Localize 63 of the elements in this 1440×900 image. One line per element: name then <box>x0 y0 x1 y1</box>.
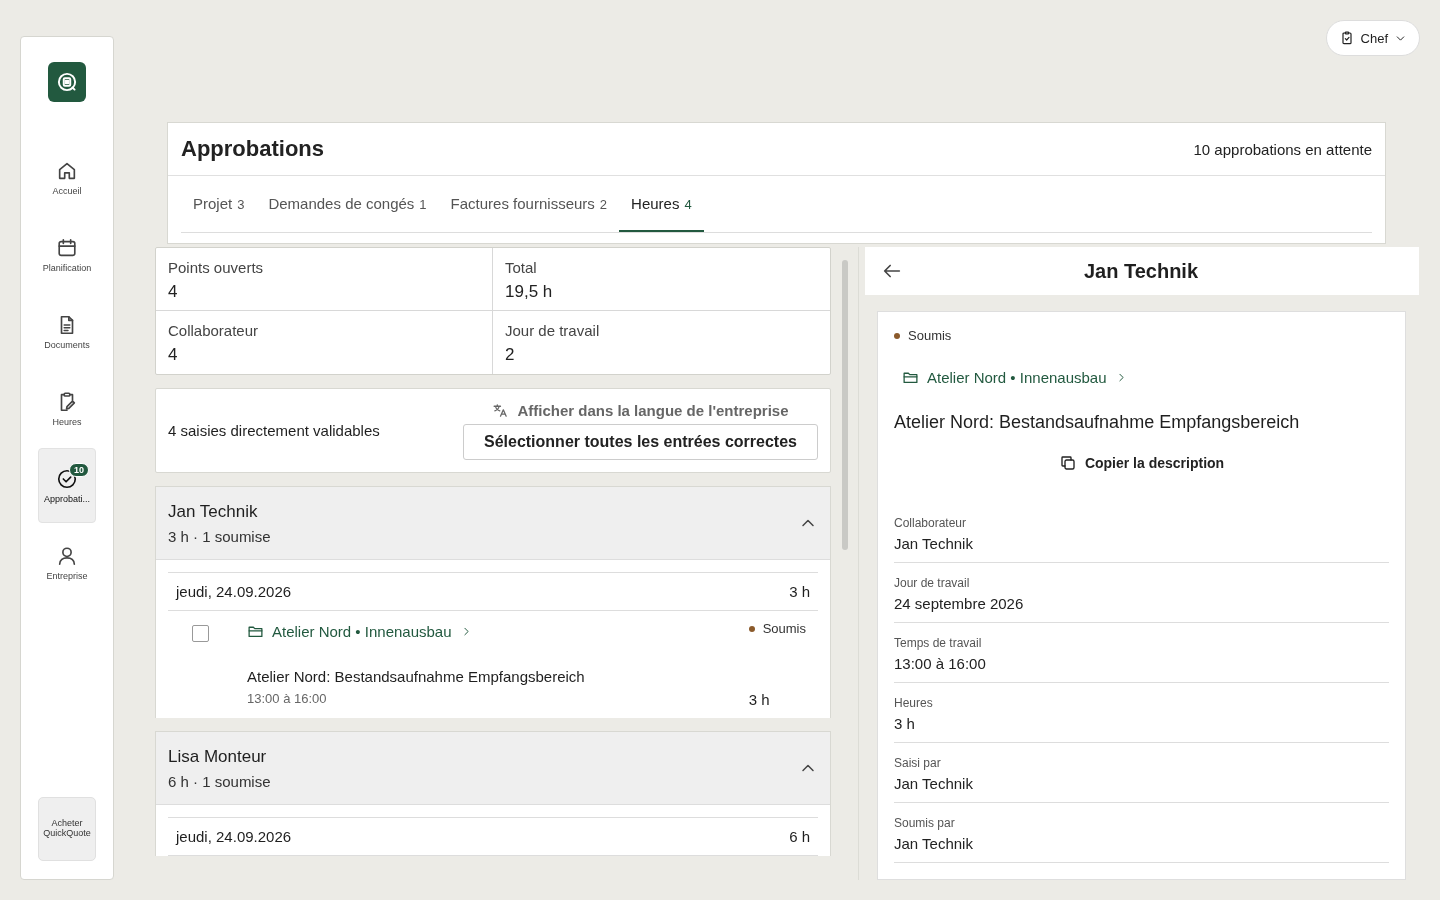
tab[interactable]: Heures 4 <box>619 176 704 232</box>
stat-label: Jour de travail <box>505 322 601 339</box>
employee-name: Jan Technik <box>168 501 259 522</box>
user-icon <box>56 544 78 567</box>
status-label: Soumis <box>762 621 806 636</box>
stat-value: 2 <box>505 345 516 365</box>
day-date: jeudi, 24.09.2026 <box>176 583 292 600</box>
entry-description: Atelier Nord: Bestandsaufnahme Empfangsbereich <box>247 668 586 685</box>
copy-button[interactable]: Copier la description <box>1052 453 1231 473</box>
field-value: Jan Technik <box>894 775 974 792</box>
field-label: Jour de travail <box>894 576 971 590</box>
copy-icon <box>1058 454 1077 472</box>
translate-icon <box>492 402 510 419</box>
tab[interactable]: Factures fournisseurs 2 <box>438 176 620 232</box>
field-label: Saisi par <box>894 756 942 770</box>
stat-value: 4 <box>168 282 179 302</box>
translate-button[interactable]: Afficher dans la langue de l'entreprise <box>486 401 795 420</box>
day-total: 3 h <box>789 583 810 600</box>
field-label: Soumis par <box>894 816 956 830</box>
day-date: jeudi, 24.09.2026 <box>176 828 292 845</box>
select-all-button[interactable]: Sélectionner toutes les entrées correctes <box>462 424 818 460</box>
entry-checkbox[interactable] <box>192 625 209 642</box>
nav-item[interactable]: Approbati... 10 <box>38 448 96 523</box>
detail-title: Jan Technik <box>1082 259 1200 283</box>
role-menu-button[interactable]: Chef <box>1325 20 1420 56</box>
nav-item[interactable]: Accueil <box>38 140 96 215</box>
status-label: Soumis <box>908 328 952 343</box>
stat-label: Points ouverts <box>168 259 265 276</box>
page-title: Approbations <box>181 136 324 162</box>
pending-count: 10 approbations en attente <box>1193 140 1372 158</box>
field-label: Collaborateur <box>894 516 968 530</box>
field-value: 13:00 à 16:00 <box>894 655 987 672</box>
nav-item[interactable]: Planification <box>38 217 96 292</box>
entry-description: Atelier Nord: Bestandsaufnahme Empfangsbereich <box>894 412 1301 433</box>
field-value: 3 h <box>894 715 916 732</box>
stat-label: Total <box>505 259 538 276</box>
entry-hours: 3 h <box>748 691 771 708</box>
entry-time: 13:00 à 16:00 <box>247 691 328 708</box>
group-summary: 6 h · 1 soumise <box>168 772 271 790</box>
buy-button[interactable]: Acheter QuickQuote <box>38 797 96 861</box>
field-value: 24 septembre 2026 <box>894 595 1025 612</box>
stat-value: 4 <box>168 345 179 365</box>
stat-label: Collaborateur <box>168 322 260 339</box>
notification-badge: 10 <box>69 463 89 477</box>
project-link[interactable]: Atelier Nord • Innenausbau <box>902 369 1128 386</box>
bulk-info: 4 saisies directement validables <box>168 422 380 439</box>
app-logo[interactable] <box>48 62 86 102</box>
field-value: Jan Technik <box>894 535 974 552</box>
tab[interactable]: Demandes de congés 1 <box>256 176 439 232</box>
nav-item[interactable]: Documents <box>38 294 96 369</box>
day-total: 6 h <box>789 828 810 845</box>
nav-item[interactable]: Heures <box>38 371 96 446</box>
stat-value: 19,5 h <box>505 282 554 302</box>
tab[interactable]: Projet 3 <box>181 176 257 232</box>
field-value: Jan Technik <box>894 835 974 852</box>
project-link[interactable]: Atelier Nord • Innenausbau <box>247 621 749 642</box>
field-label: Temps de travail <box>894 636 983 650</box>
field-label: Heures <box>894 696 934 710</box>
scrollbar[interactable] <box>841 260 848 550</box>
calendar-icon <box>56 236 78 259</box>
nav-item[interactable]: Entreprise <box>38 525 96 600</box>
employee-name: Lisa Monteur <box>168 746 268 767</box>
group-summary: 3 h · 1 soumise <box>168 527 271 545</box>
